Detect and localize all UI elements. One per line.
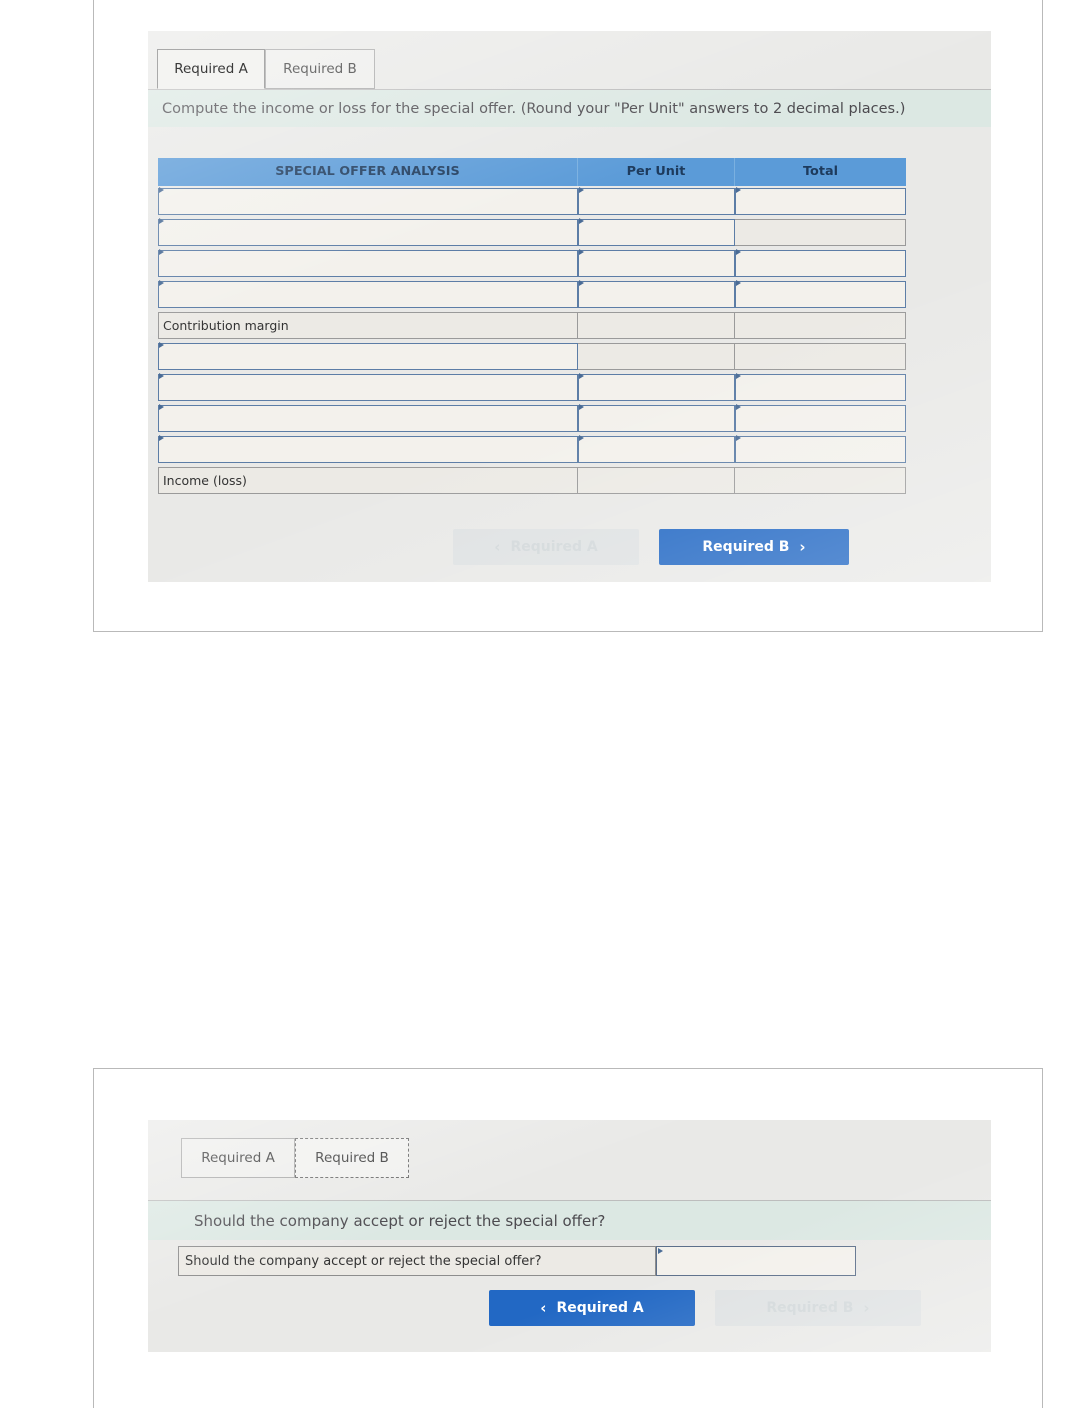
total-input[interactable] <box>735 373 906 401</box>
dropdown-caret-icon <box>159 342 164 348</box>
instruction-text-a: Compute the income or loss for the speci… <box>148 89 991 127</box>
description-dropdown[interactable] <box>158 249 578 277</box>
dropdown-caret-icon <box>658 1248 663 1254</box>
table-row <box>158 248 906 279</box>
total-input[interactable] <box>735 249 906 277</box>
dropdown-caret-icon <box>159 373 164 379</box>
income-loss-label: Income (loss) <box>158 467 578 494</box>
per-unit-input[interactable] <box>578 373 735 401</box>
total-input[interactable] <box>735 187 906 215</box>
total-cell-blank[interactable] <box>735 219 906 246</box>
exercise-panel-required-b: Required A Required B Should the company… <box>148 1120 991 1352</box>
per-unit-input[interactable] <box>578 280 735 308</box>
dropdown-caret-icon <box>579 218 584 224</box>
description-dropdown[interactable] <box>158 280 578 308</box>
dropdown-caret-icon <box>736 373 741 379</box>
chevron-right-icon: › <box>799 538 806 556</box>
table-row <box>158 217 906 248</box>
table-row <box>158 372 906 403</box>
description-dropdown[interactable] <box>158 187 578 215</box>
total-cell-blank[interactable] <box>735 343 906 370</box>
chevron-left-icon: ‹ <box>540 1299 547 1317</box>
tab-required-a[interactable]: Required A <box>157 49 265 89</box>
next-required-b-button[interactable]: Required B › <box>715 1290 921 1326</box>
contribution-margin-total <box>735 312 906 339</box>
tab-required-b-label: Required B <box>283 61 357 77</box>
nav-button-bar-b: ‹ Required A Required B › <box>148 1285 991 1337</box>
income-loss-total <box>735 467 906 494</box>
chevron-right-icon: › <box>863 1299 870 1317</box>
table-row <box>158 279 906 310</box>
special-offer-analysis-table: SPECIAL OFFER ANALYSIS Per Unit Total Co… <box>158 158 906 496</box>
next-button-label: Required B <box>766 1300 854 1316</box>
exercise-panel-required-a: Required A Required B Compute the income… <box>148 31 991 582</box>
dropdown-caret-icon <box>159 280 164 286</box>
dropdown-caret-icon <box>159 249 164 255</box>
description-dropdown[interactable] <box>158 435 578 463</box>
contribution-margin-label: Contribution margin <box>158 312 578 339</box>
total-input[interactable] <box>735 404 906 432</box>
chevron-left-icon: ‹ <box>494 538 501 556</box>
dropdown-caret-icon <box>579 249 584 255</box>
per-unit-input[interactable] <box>578 218 735 246</box>
tab-required-b[interactable]: Required B <box>265 49 375 89</box>
dropdown-caret-icon <box>579 404 584 410</box>
table-row <box>158 434 906 465</box>
dropdown-caret-icon <box>159 187 164 193</box>
description-dropdown[interactable] <box>158 342 578 370</box>
nav-button-bar-a: ‹ Required A Required B › <box>148 525 991 575</box>
tab-required-b[interactable]: Required B <box>295 1138 409 1178</box>
prev-button-label: Required A <box>556 1300 644 1316</box>
instruction-text-b: Should the company accept or reject the … <box>148 1200 991 1240</box>
table-row <box>158 186 906 217</box>
dropdown-caret-icon <box>736 404 741 410</box>
total-input[interactable] <box>735 280 906 308</box>
dropdown-caret-icon <box>159 404 164 410</box>
description-dropdown[interactable] <box>158 404 578 432</box>
dropdown-caret-icon <box>579 373 584 379</box>
table-row <box>158 403 906 434</box>
total-input[interactable] <box>735 435 906 463</box>
per-unit-input[interactable] <box>578 249 735 277</box>
contribution-margin-per-unit <box>578 312 735 339</box>
column-header-description: SPECIAL OFFER ANALYSIS <box>158 158 578 186</box>
prev-required-a-button[interactable]: ‹ Required A <box>489 1290 695 1326</box>
next-button-label: Required B <box>702 539 790 555</box>
column-header-total: Total <box>735 158 906 186</box>
tab-required-b-label: Required B <box>315 1150 389 1166</box>
question-row: Should the company accept or reject the … <box>178 1246 856 1276</box>
tab-required-a-label: Required A <box>174 61 248 77</box>
tab-strip-b: Required A Required B <box>148 1120 991 1178</box>
dropdown-caret-icon <box>736 249 741 255</box>
tab-required-a-label: Required A <box>201 1150 275 1166</box>
question-answer-dropdown[interactable] <box>656 1246 856 1276</box>
description-dropdown[interactable] <box>158 373 578 401</box>
prev-required-a-button[interactable]: ‹ Required A <box>453 529 639 565</box>
dropdown-caret-icon <box>579 435 584 441</box>
dropdown-caret-icon <box>736 187 741 193</box>
per-unit-input[interactable] <box>578 404 735 432</box>
next-required-b-button[interactable]: Required B › <box>659 529 849 565</box>
table-header-row: SPECIAL OFFER ANALYSIS Per Unit Total <box>158 158 906 186</box>
income-loss-per-unit <box>578 467 735 494</box>
dropdown-caret-icon <box>736 435 741 441</box>
table-row <box>158 341 906 372</box>
per-unit-input[interactable] <box>578 435 735 463</box>
dropdown-caret-icon <box>159 435 164 441</box>
question-label: Should the company accept or reject the … <box>178 1246 656 1276</box>
description-dropdown[interactable] <box>158 218 578 246</box>
tab-required-a[interactable]: Required A <box>181 1138 295 1178</box>
table-row-income-loss: Income (loss) <box>158 465 906 496</box>
per-unit-input[interactable] <box>578 187 735 215</box>
dropdown-caret-icon <box>579 187 584 193</box>
dropdown-caret-icon <box>579 280 584 286</box>
column-header-per-unit: Per Unit <box>578 158 735 186</box>
tab-strip-a: Required A Required B <box>148 31 991 89</box>
table-row-contribution-margin: Contribution margin <box>158 310 906 341</box>
dropdown-caret-icon <box>159 218 164 224</box>
prev-button-label: Required A <box>510 539 598 555</box>
per-unit-cell-blank[interactable] <box>578 343 735 370</box>
dropdown-caret-icon <box>736 280 741 286</box>
